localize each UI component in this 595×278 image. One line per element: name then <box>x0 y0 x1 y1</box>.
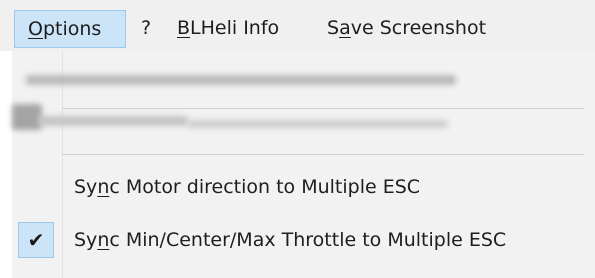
menu-item-sync-throttle[interactable]: ✔ Sync Min/Center/Max Throttle to Multip… <box>12 216 595 264</box>
label-accel: n <box>97 229 110 251</box>
menu-blheli-info-label: LHeli Info <box>190 17 280 39</box>
label-rest: c Motor direction to Multiple ESC <box>109 176 421 198</box>
menu-save-screenshot-label: ve Screenshot <box>350 17 487 39</box>
options-dropdown-menu: Sync Motor direction to Multiple ESC ✔ S… <box>12 50 595 278</box>
menu-save-screenshot-accel: a <box>339 17 351 39</box>
menu-separator <box>62 154 584 155</box>
menu-bar: Options ? BLHeli Info Save Screenshot <box>0 0 595 51</box>
menu-blheli-info[interactable]: BLHeli Info <box>177 10 279 48</box>
label-rest: c Min/Center/Max Throttle to Multiple ES… <box>109 229 507 251</box>
menu-help-label: ? <box>141 17 152 39</box>
label-pre: Sy <box>74 176 98 198</box>
menu-item-sync-motor-direction[interactable]: Sync Motor direction to Multiple ESC <box>12 163 595 211</box>
menu-help[interactable]: ? <box>134 10 160 48</box>
menu-blheli-info-accel: B <box>177 17 191 39</box>
obscured-menu-item[interactable] <box>188 120 448 128</box>
menu-separator <box>62 108 584 109</box>
menu-save-screenshot[interactable]: Save Screenshot <box>327 10 486 48</box>
menu-item-label: Sync Min/Center/Max Throttle to Multiple… <box>74 216 506 264</box>
label-pre: Sy <box>74 229 98 251</box>
checkmark-box: ✔ <box>18 222 54 258</box>
label-accel: n <box>97 176 110 198</box>
menu-options-accel: O <box>28 18 43 40</box>
menu-save-screenshot-pre: S <box>327 17 340 39</box>
menu-options-label: ptions <box>42 18 102 40</box>
menu-item-label: Sync Motor direction to Multiple ESC <box>74 163 420 211</box>
obscured-menu-item[interactable] <box>38 116 188 126</box>
checkmark-icon: ✔ <box>27 228 45 252</box>
obscured-menu-item[interactable] <box>26 75 456 85</box>
menu-options[interactable]: Options <box>14 10 126 48</box>
